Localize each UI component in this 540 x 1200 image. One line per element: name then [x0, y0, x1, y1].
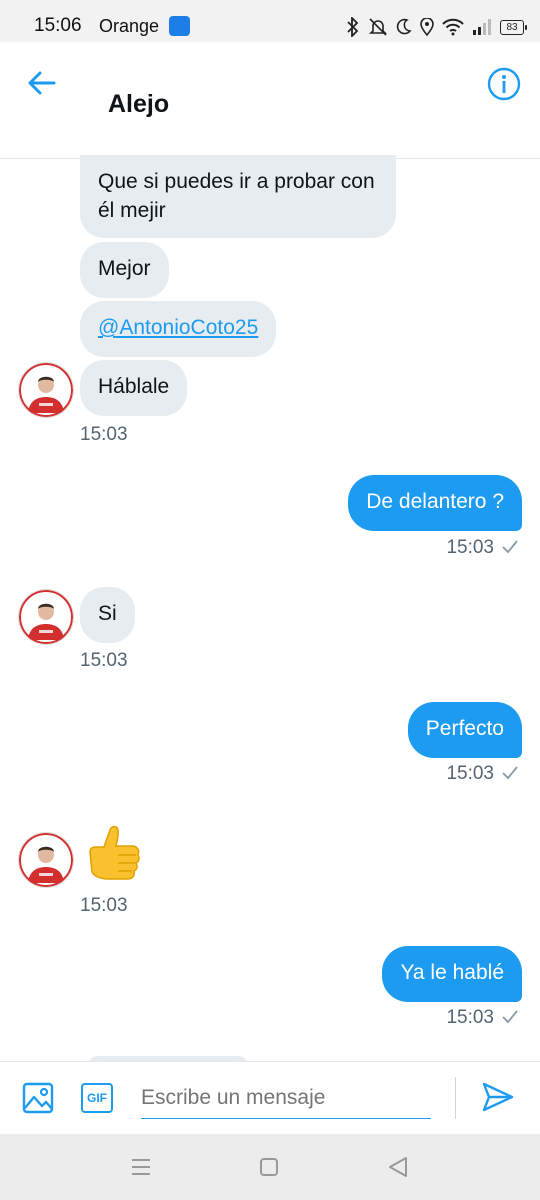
conversation-title[interactable]: Alejo	[108, 90, 169, 119]
back-arrow-icon[interactable]	[26, 67, 58, 99]
wifi-icon	[442, 18, 464, 36]
message-bubble[interactable]: Que si puedes ir a probar con él mejir	[80, 155, 396, 238]
send-icon[interactable]	[482, 1081, 514, 1113]
message-timestamp: 15:03	[80, 895, 128, 916]
message-text: De delantero ?	[366, 490, 504, 513]
message-text: Háblale	[98, 375, 170, 398]
message-input[interactable]	[141, 1078, 431, 1119]
avatar[interactable]	[18, 589, 74, 645]
status-time: 15:06	[34, 15, 82, 36]
message-bubble-outgoing[interactable]: Ya le hablé	[382, 946, 522, 1002]
avatar[interactable]	[18, 832, 74, 888]
notification-app-icon	[169, 16, 190, 36]
message-text: Que si puedes ir a probar con él mejir	[98, 170, 375, 222]
avatar[interactable]	[18, 362, 74, 418]
message-timestamp: 15:03	[446, 1007, 494, 1028]
user-avatar-image	[19, 833, 73, 887]
read-check-icon	[502, 1010, 518, 1024]
message-text: Perfecto	[425, 717, 504, 740]
conversation-header	[0, 42, 540, 159]
user-avatar-image	[19, 363, 73, 417]
message-timestamp: 15:03	[446, 537, 494, 558]
bluetooth-icon	[347, 17, 359, 37]
message-text: Si	[98, 602, 117, 625]
battery-icon: 83	[500, 19, 527, 35]
message-bubble[interactable]: Háblale	[80, 360, 188, 416]
mention-link[interactable]: @AntonioCoto25	[98, 316, 258, 339]
composer-divider	[455, 1077, 456, 1119]
read-check-icon	[502, 766, 518, 780]
message-text: Ya le hablé	[400, 961, 504, 984]
gif-icon[interactable]: GIF	[81, 1083, 113, 1113]
user-avatar-image	[19, 590, 73, 644]
status-carrier: Orange	[99, 16, 160, 36]
message-bubble[interactable]: Si	[80, 587, 135, 643]
thumbs-up-emoji[interactable]	[84, 822, 144, 884]
message-bubble-outgoing[interactable]: Perfecto	[407, 702, 522, 758]
back-nav-icon[interactable]	[387, 1156, 409, 1178]
mute-icon	[369, 18, 387, 36]
message-bubble-outgoing[interactable]: De delantero ?	[348, 475, 522, 531]
message-timestamp: 15:03	[80, 424, 128, 445]
message-timestamp: 15:03	[446, 763, 494, 784]
recents-menu-icon[interactable]	[130, 1157, 152, 1177]
message-text: Mejor	[98, 257, 151, 280]
signal-icon	[473, 19, 491, 35]
gif-label: GIF	[87, 1091, 107, 1105]
image-icon[interactable]	[22, 1082, 54, 1114]
message-bubble[interactable]: @AntonioCoto25	[80, 301, 277, 357]
read-check-icon	[502, 540, 518, 554]
location-icon	[420, 18, 434, 36]
message-bubble[interactable]: Mejor	[80, 242, 169, 298]
info-icon[interactable]	[487, 67, 521, 101]
message-timestamp: 15:03	[80, 650, 128, 671]
home-icon[interactable]	[259, 1157, 279, 1177]
moon-icon	[396, 18, 412, 35]
status-icons: 83	[346, 14, 527, 40]
